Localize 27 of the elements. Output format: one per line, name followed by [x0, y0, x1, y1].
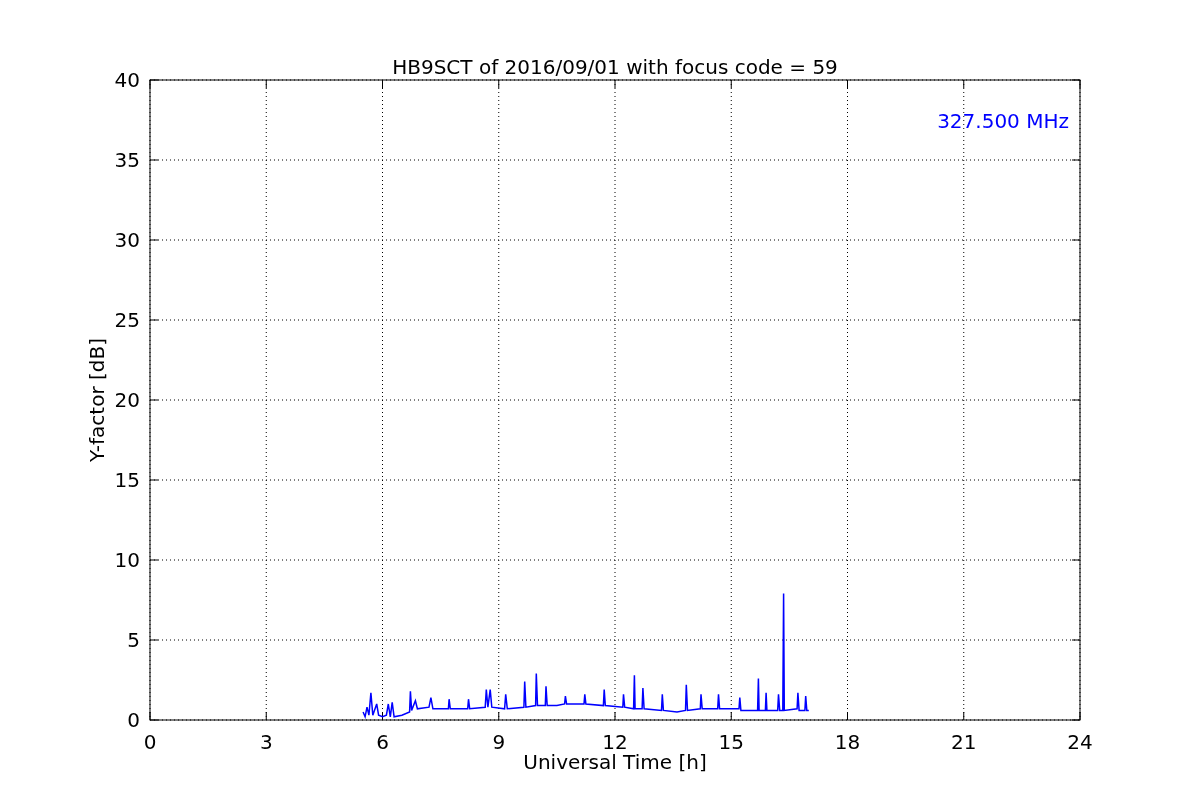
tick-label: 3 [259, 730, 273, 754]
tick-mark [382, 711, 383, 721]
tick-mark [265, 711, 267, 721]
tick-label: 6 [376, 730, 389, 754]
tick-label: 18 [834, 730, 861, 754]
tick-label: 9 [492, 730, 506, 754]
tick-label: 20 [114, 388, 140, 412]
chart-title: HB9SCT of 2016/09/01 with focus code = 59 [392, 55, 838, 79]
tick-label: 0 [143, 730, 157, 754]
tick-mark [963, 711, 965, 721]
tick-label: 35 [114, 148, 140, 172]
frequency-label: 327.500 MHz [937, 109, 1069, 133]
tick-mark [730, 711, 732, 721]
tick-label: 24 [1067, 730, 1093, 754]
tick-label: 5 [127, 628, 140, 652]
tick-mark [498, 711, 500, 721]
axis-label: Y-factor [dB] [85, 338, 109, 462]
tick-label: 40 [114, 68, 140, 92]
tick-label: 30 [114, 228, 140, 252]
tick-label: 10 [114, 548, 140, 572]
tick-label: 15 [114, 468, 140, 492]
tick-label: 25 [114, 308, 140, 332]
tick-label: 0 [127, 708, 140, 732]
tick-label: 15 [718, 730, 744, 754]
tick-mark [614, 711, 616, 721]
tick-label: 21 [951, 730, 977, 754]
tick-mark [847, 711, 848, 721]
